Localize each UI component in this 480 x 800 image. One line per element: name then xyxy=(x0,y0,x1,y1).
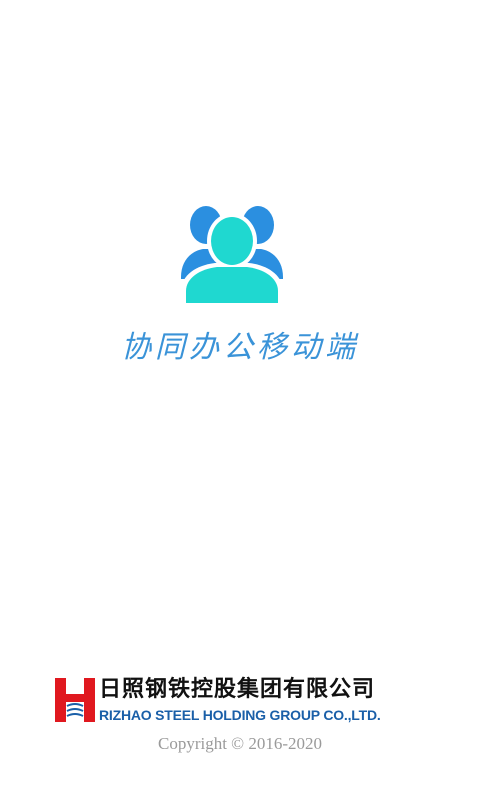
company-name-chinese: 日照钢铁控股集团有限公司 xyxy=(99,677,376,702)
splash-screen: 协同办公移动端 日照钢铁控股集团有限公司 RIZHAO STEEL HOLDIN… xyxy=(0,0,480,800)
users-group-icon xyxy=(181,206,283,303)
rizhao-steel-logo-icon xyxy=(55,678,95,722)
app-title: 协同办公移动端 xyxy=(121,330,359,365)
company-name-english: RIZHAO STEEL HOLDING GROUP CO.,LTD. xyxy=(99,707,381,723)
company-branding: 日照钢铁控股集团有限公司 RIZHAO STEEL HOLDING GROUP … xyxy=(55,678,425,726)
copyright-text: Copyright © 2016-2020 xyxy=(157,734,323,753)
